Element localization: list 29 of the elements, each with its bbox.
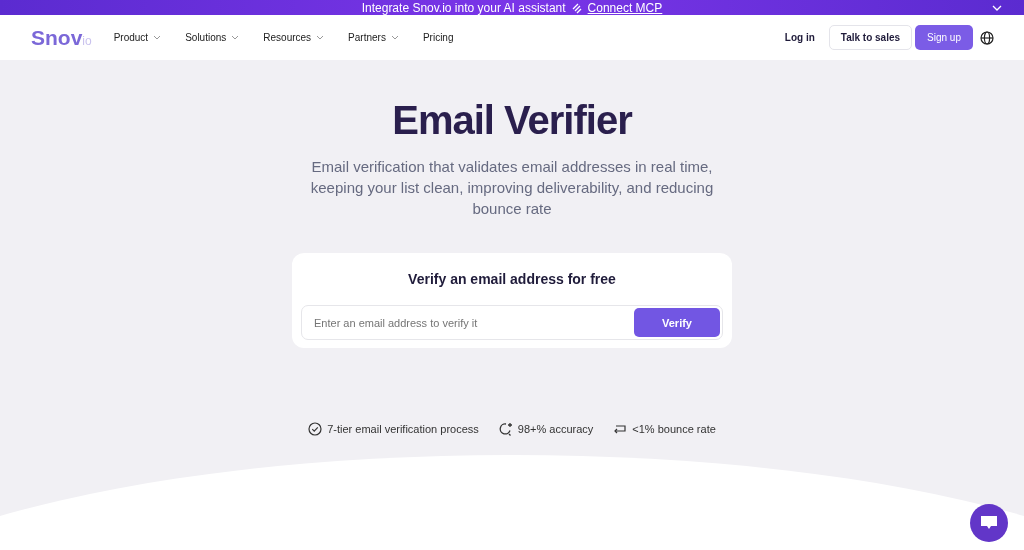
- connect-mcp-link[interactable]: Connect MCP: [587, 0, 663, 15]
- login-link[interactable]: Log in: [784, 32, 815, 43]
- page-title: Email Verifier: [392, 98, 632, 143]
- feature-label: <1% bounce rate: [632, 423, 716, 435]
- return-arrow-icon: [613, 422, 628, 436]
- chevron-icon[interactable]: [992, 5, 1002, 11]
- nav-item[interactable]: Resources: [263, 32, 325, 43]
- chevron-icon: [153, 35, 162, 40]
- mcp-icon: [570, 1, 583, 14]
- check-circle-icon: [308, 422, 323, 436]
- card-title: Verify an email address for free: [408, 271, 616, 287]
- feature-label: 98+% accuracy: [517, 423, 594, 435]
- chevron-icon: [316, 35, 325, 40]
- snov-logo[interactable]: Snovio: [31, 25, 92, 50]
- chevron-icon: [231, 35, 240, 40]
- email-input-field[interactable]: Enter an email address to verify it Verify: [301, 305, 723, 340]
- refresh-sparkle-icon: [498, 422, 513, 436]
- nav-item[interactable]: Partners: [348, 32, 399, 43]
- chevron-icon: [390, 35, 399, 40]
- hero-subtitle: Email verification that validates email addresses in real time, keeping your list clean, improving deliverability, and reducing bounce rate: [309, 157, 715, 219]
- verify-button[interactable]: Verify: [634, 308, 720, 337]
- nav-item[interactable]: Product: [113, 32, 162, 43]
- talk-to-sales-button[interactable]: Talk to sales: [828, 25, 913, 50]
- nav-item[interactable]: Solutions: [185, 32, 240, 43]
- banner-text: Integrate Snov.io into your AI assistant: [361, 0, 566, 15]
- globe-icon[interactable]: [980, 30, 994, 45]
- feature-label: 7-tier email verification process: [327, 423, 479, 435]
- nav-item[interactable]: Pricing: [422, 32, 454, 43]
- signup-button[interactable]: Sign up: [915, 25, 973, 50]
